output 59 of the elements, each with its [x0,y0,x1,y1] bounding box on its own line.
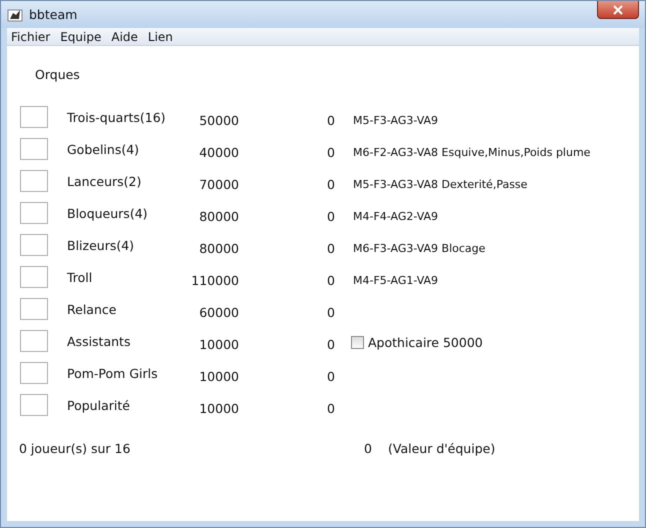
quantity-field[interactable] [20,202,48,224]
stats-text: M4-F4-AG2-VA9 [352,209,440,223]
count-text: 0 [326,112,335,128]
close-button[interactable] [597,1,639,19]
price-text: 80000 [198,208,239,224]
position-name: Gobelins(4) [66,141,140,157]
count-text: 0 [326,240,335,256]
team-value: 0 [364,441,373,456]
position-name: Relance [66,301,118,317]
price-text: 110000 [190,272,239,288]
position-name: Bloqueurs(4) [66,205,149,221]
position-name: Assistants [66,333,132,349]
quantity-field[interactable] [20,362,48,384]
quantity-field[interactable] [20,266,48,288]
price-text: 70000 [198,176,239,192]
position-name: Troll [66,269,94,285]
count-text: 0 [326,208,335,224]
price-text: 50000 [198,112,239,128]
player-count: 0 joueur(s) sur 16 [19,441,132,456]
stats-text: M6-F2-AG3-VA8 Esquive,Minus,Poids plume [352,145,592,159]
quantity-field[interactable] [20,394,48,416]
menu-item[interactable]: Equipe [56,30,108,44]
count-text: 0 [326,144,335,160]
stats-text: M5-F3-AG3-VA8 Dexterité,Passe [352,177,528,191]
app-icon [7,6,23,22]
price-text: 10000 [198,336,239,352]
count-text: 0 [326,400,335,416]
position-name: Pom-Pom Girls [66,365,159,381]
price-text: 10000 [198,400,239,416]
position-name: Blizeurs(4) [66,237,136,253]
position-name: Popularité [66,397,131,413]
quantity-field[interactable] [20,106,48,128]
count-text: 0 [326,304,335,320]
quantity-field[interactable] [20,298,48,320]
menu-item[interactable]: Lien [144,30,179,44]
count-text: 0 [326,176,335,192]
menu-item[interactable]: Aide [107,30,144,44]
close-icon[interactable] [613,4,623,14]
quantity-field[interactable] [20,234,48,256]
apothecary-checkbox[interactable]: Apothicaire 50000 [351,335,483,350]
quantity-field[interactable] [20,138,48,160]
count-text: 0 [326,336,335,352]
stats-text: M6-F3-AG3-VA9 Blocage [352,241,486,255]
quantity-field[interactable] [20,170,48,192]
stats-text: M4-F5-AG1-VA9 [352,273,440,287]
price-text: 10000 [198,368,239,384]
team-name: Orques [34,66,81,84]
count-text: 0 [326,272,335,288]
price-text: 60000 [198,304,239,320]
position-name: Lanceurs(2) [66,173,142,189]
team-value-label: (Valeur d'équipe) [388,441,496,456]
stats-text: M5-F3-AG3-VA9 [352,113,440,127]
price-text: 80000 [198,240,239,256]
menu-item[interactable]: Fichier [7,30,56,44]
position-name: Trois-quarts(16) [66,109,167,125]
count-text: 0 [326,368,335,384]
price-text: 40000 [198,144,239,160]
quantity-field[interactable] [20,330,48,352]
window-title: bbteam [29,7,78,22]
